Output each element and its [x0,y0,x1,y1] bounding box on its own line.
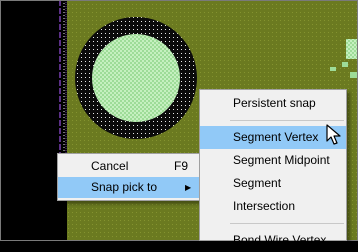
pad-small [346,39,358,59]
mouse-pointer-icon [326,124,341,145]
shortcut-label: F9 [174,159,189,173]
menu-item-persistent-snap[interactable]: Persistent snap [200,92,346,115]
menu-item-segment-midpoint[interactable]: Segment Midpoint [200,149,346,172]
context-menu: Cancel F9 Snap pick to ▶ [57,153,200,201]
menu-item-label: Cancel [91,159,129,173]
snap-submenu: Persistent snap Segment Vertex Segment M… [199,89,347,247]
menu-item-label: Snap pick to [91,180,158,194]
menu-item-segment-vertex[interactable]: Segment Vertex [200,126,346,149]
submenu-arrow-icon: ▶ [185,183,192,192]
menu-item-cancel[interactable]: Cancel F9 [58,156,199,177]
menu-item-intersection[interactable]: Intersection [200,195,346,218]
menu-item-segment[interactable]: Segment [200,172,346,195]
via-pad[interactable] [75,17,197,139]
menu-separator [230,120,344,121]
menu-separator [230,223,344,224]
menu-item-snap-pick-to[interactable]: Snap pick to ▶ [58,177,199,198]
